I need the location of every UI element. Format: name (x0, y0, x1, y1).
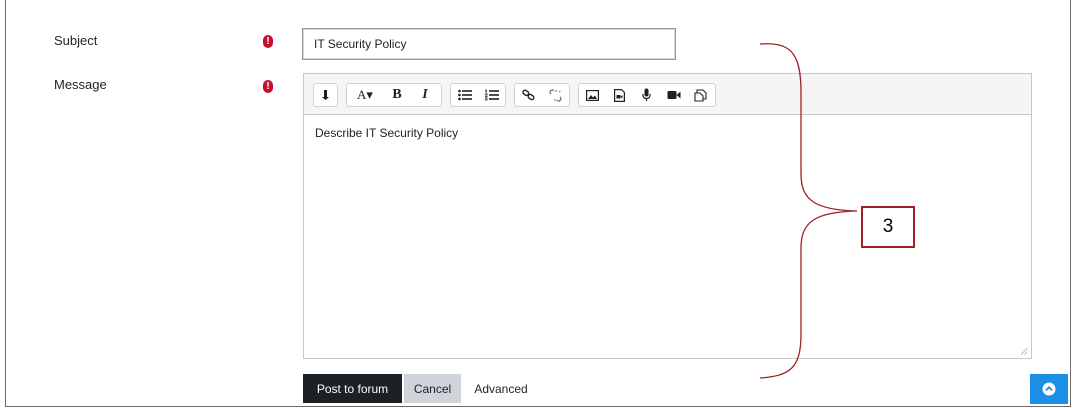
cancel-button[interactable]: Cancel (404, 374, 461, 403)
video-camera-icon (667, 91, 680, 99)
message-editor: A▾ B I Describe IT Security Policy (303, 73, 1032, 359)
media-file-icon (614, 88, 625, 102)
subject-label: Subject (54, 33, 98, 48)
required-icon: ! (263, 35, 273, 48)
toolbar-group-style: A▾ B I (346, 83, 442, 107)
toolbar-group-collapse (313, 83, 338, 107)
annotation-callout: 3 (861, 206, 915, 248)
arrow-up-circle-icon (1042, 382, 1056, 396)
subject-input[interactable] (302, 28, 676, 60)
record-video-button[interactable] (660, 84, 687, 106)
toolbar-group-media (578, 83, 716, 107)
ordered-list-button[interactable] (478, 84, 505, 106)
annotation-brace (759, 43, 858, 379)
image-icon (586, 89, 599, 101)
font-style-button[interactable]: A▾ (347, 84, 383, 106)
unlink-button[interactable] (542, 84, 569, 106)
message-label: Message (54, 77, 107, 92)
show-more-buttons[interactable] (314, 84, 337, 106)
bullet-list-icon (457, 89, 472, 101)
post-to-forum-button[interactable]: Post to forum (303, 374, 402, 403)
insert-image-button[interactable] (579, 84, 606, 106)
manage-files-icon (694, 88, 707, 102)
toolbar-group-links (514, 83, 570, 107)
record-audio-button[interactable] (633, 84, 660, 106)
numbered-list-icon (484, 89, 499, 101)
editor-toolbar: A▾ B I (304, 74, 1031, 115)
bold-button[interactable]: B (383, 84, 411, 106)
link-button[interactable] (515, 84, 542, 106)
toolbar-group-lists (450, 83, 506, 107)
insert-media-button[interactable] (606, 84, 633, 106)
microphone-icon (642, 88, 651, 101)
manage-files-button[interactable] (687, 84, 714, 106)
advanced-link[interactable]: Advanced (466, 374, 536, 403)
link-icon (522, 89, 535, 101)
unordered-list-button[interactable] (451, 84, 478, 106)
required-icon: ! (263, 80, 273, 93)
expand-down-icon (321, 90, 329, 100)
resize-handle[interactable] (1020, 347, 1028, 355)
italic-button[interactable]: I (411, 84, 439, 106)
message-text[interactable]: Describe IT Security Policy (315, 126, 458, 140)
scroll-to-top-button[interactable] (1030, 374, 1068, 404)
unlink-icon (549, 88, 562, 102)
